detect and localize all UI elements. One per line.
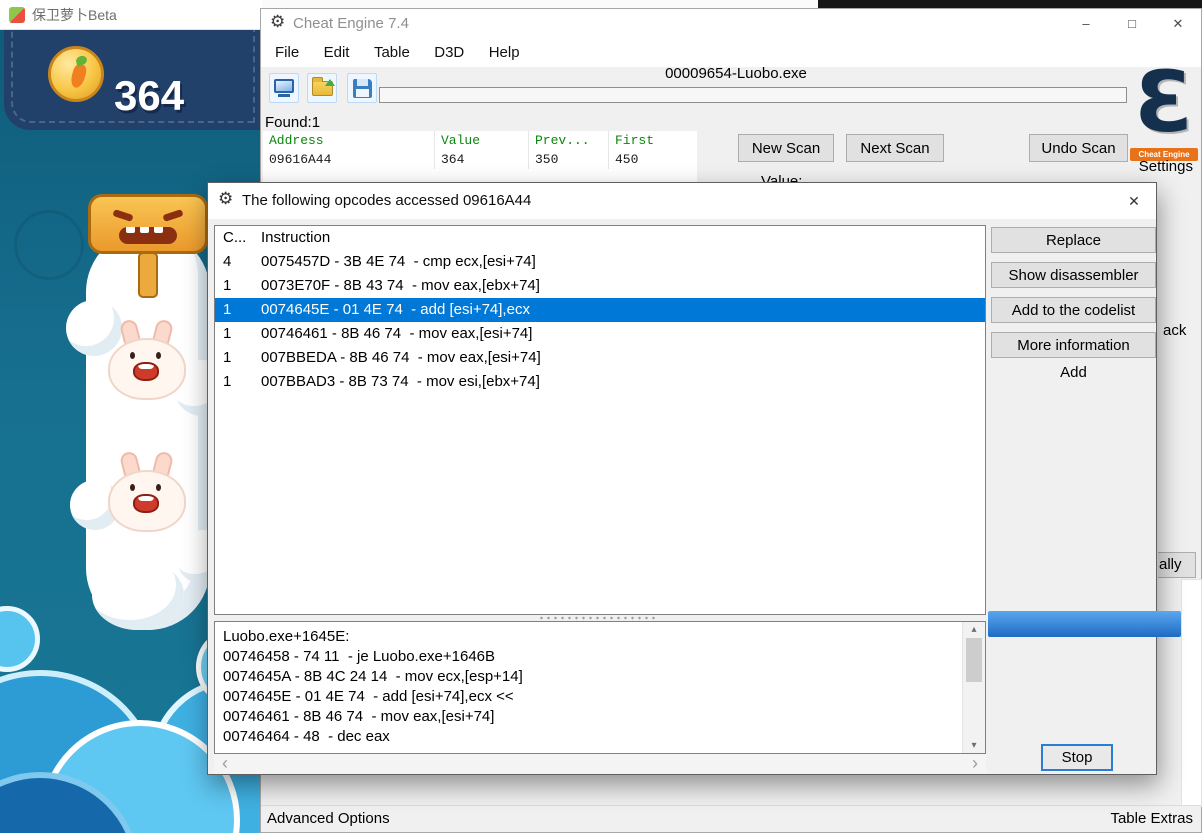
game-titlebar: 保卫萝卜Beta	[0, 0, 262, 30]
disassembly-panel: Luobo.exe+1645E: 00746458 - 74 11 - je L…	[214, 621, 986, 754]
replace-button[interactable]: Replace	[991, 227, 1156, 253]
coin-panel: 364	[4, 30, 262, 130]
gear-icon: ⚙	[270, 12, 286, 31]
ce-logo-glyph: Ɛ	[1134, 53, 1194, 151]
scan-progress-bar	[379, 87, 1127, 103]
angry-sign	[88, 194, 208, 254]
monitor-icon	[274, 79, 294, 93]
opcode-row[interactable]: 1 007BBEDA - 8B 46 74 - mov eax,[esi+74]	[215, 346, 985, 370]
scroll-up-icon[interactable]: ▴	[963, 624, 985, 635]
opcode-row[interactable]: 1 007BBAD3 - 8B 73 74 - mov esi,[ebx+74]	[215, 370, 985, 394]
leaf-icon	[74, 54, 89, 67]
disassembly-line: 00746458 - 74 11 - je Luobo.exe+1646B	[223, 648, 496, 665]
background-swirl	[14, 210, 84, 280]
scrollbar-thumb[interactable]	[966, 638, 982, 682]
disassembly-line: 00746461 - 8B 46 74 - mov eax,[esi+74]	[223, 708, 495, 725]
opcode-row[interactable]: 1 0073E70F - 8B 43 74 - mov eax,[ebx+74]	[215, 274, 985, 298]
table-extras-toggle[interactable]: Table Extras	[1110, 806, 1193, 832]
menu-d3d[interactable]: D3D	[424, 39, 474, 67]
advanced-options-toggle[interactable]: Advanced Options	[267, 806, 390, 832]
found-count: Found:1	[265, 114, 320, 131]
carrot-icon	[68, 62, 89, 90]
cheat-engine-logo: Ɛ Cheat Engine	[1127, 59, 1201, 161]
instruction-column-header: Instruction	[261, 229, 331, 246]
scroll-left-icon[interactable]: ‹	[222, 754, 228, 773]
count-column-header: C...	[223, 229, 247, 246]
game-window-title: 保卫萝卜Beta	[32, 7, 117, 23]
top-strip-dark	[818, 0, 1202, 8]
disassembly-line: 0074645E - 01 4E 74 - add [esi+74],ecx <…	[223, 688, 514, 705]
sign-post	[138, 252, 158, 298]
sign-eye	[112, 209, 134, 222]
menu-edit[interactable]: Edit	[314, 39, 360, 67]
attached-process-label: 00009654-Luobo.exe	[665, 65, 807, 82]
selected-address-row[interactable]	[988, 611, 1181, 637]
dialog-title: The following opcodes accessed 09616A44	[242, 192, 532, 209]
more-information-button[interactable]: More information	[991, 332, 1156, 358]
ce-titlebar: ⚙ Cheat Engine 7.4 – □ ✕	[261, 9, 1201, 39]
opcode-dialog: ⚙ The following opcodes accessed 09616A4…	[207, 182, 1157, 775]
opcode-row[interactable]: 4 0075457D - 3B 4E 74 - cmp ecx,[esi+74]	[215, 250, 985, 274]
menu-file[interactable]: File	[265, 39, 309, 67]
wave-cloud	[0, 606, 40, 672]
opcode-list: C... Instruction 4 0075457D - 3B 4E 74 - c…	[214, 225, 986, 615]
screen: 保卫萝卜Beta 364 ⚙ Cheat Engine 7.4 – □ ✕ Fi…	[0, 0, 1202, 833]
gear-icon: ⚙	[218, 189, 234, 208]
address-list-edge	[1181, 579, 1202, 807]
disassembly-line: 0074645A - 8B 4C 24 14 - mov ecx,[esp+14…	[223, 668, 523, 685]
maximize-icon[interactable]: □	[1109, 9, 1155, 39]
add-label[interactable]: Add	[991, 364, 1156, 381]
top-strip	[262, 0, 818, 8]
opcode-list-header: C... Instruction	[215, 226, 985, 250]
add-to-codelist-button[interactable]: Add to the codelist	[991, 297, 1156, 323]
opcode-row-selected[interactable]: 1 0074645E - 01 4E 74 - add [esi+74],ecx	[215, 298, 985, 322]
monster	[106, 318, 190, 402]
open-folder-icon	[311, 76, 335, 96]
new-scan-button[interactable]: New Scan	[738, 134, 834, 162]
ce-window-title: Cheat Engine 7.4	[293, 15, 409, 32]
minimize-icon[interactable]: –	[1063, 9, 1109, 39]
found-table-header: Address Value Prev... First	[263, 131, 697, 150]
open-table-button[interactable]	[307, 73, 337, 103]
menu-table[interactable]: Table	[364, 39, 420, 67]
sign-mouth	[119, 227, 177, 244]
settings-link[interactable]: Settings	[1139, 158, 1193, 175]
dialog-close-icon[interactable]: ✕	[1112, 183, 1156, 219]
scroll-down-icon[interactable]: ▾	[963, 740, 985, 751]
menubar: File Edit Table D3D Help	[261, 39, 1201, 67]
monster	[106, 450, 190, 534]
sign-eye	[162, 209, 184, 222]
coin-icon	[48, 46, 104, 102]
found-address-table[interactable]: Address Value Prev... First 09616A44 364 350 4…	[263, 131, 697, 183]
dialog-titlebar: ⚙ The following opcodes accessed 09616A4…	[208, 183, 1156, 219]
opcode-row[interactable]: 1 00746461 - 8B 46 74 - mov eax,[esi+74]	[215, 322, 985, 346]
select-process-button[interactable]	[269, 73, 299, 103]
next-scan-button[interactable]: Next Scan	[846, 134, 944, 162]
found-table-row[interactable]: 09616A44 364 350 450	[263, 150, 697, 169]
undo-scan-button[interactable]: Undo Scan	[1029, 134, 1128, 162]
vertical-scrollbar[interactable]: ▴ ▾	[962, 622, 985, 753]
disassembly-line: Luobo.exe+1645E:	[223, 628, 350, 645]
found-label: Found:	[265, 114, 312, 131]
stop-button[interactable]: Stop	[1041, 744, 1113, 771]
show-disassembler-button[interactable]: Show disassembler	[991, 262, 1156, 288]
game-app-icon	[9, 7, 25, 23]
menu-help[interactable]: Help	[479, 39, 530, 67]
add-address-manually-button-clipped[interactable]: ally	[1158, 552, 1196, 578]
found-value: 1	[311, 114, 321, 131]
statusbar: Advanced Options Table Extras	[261, 805, 1201, 832]
floppy-save-icon	[352, 78, 372, 98]
clipped-label: ack	[1163, 322, 1187, 339]
horizontal-scrollbar[interactable]: ‹ ›	[214, 754, 986, 774]
coin-count: 364	[114, 72, 185, 119]
close-icon[interactable]: ✕	[1155, 9, 1201, 39]
scroll-right-icon[interactable]: ›	[972, 754, 978, 773]
disassembly-line: 00746464 - 48 - dec eax	[223, 728, 390, 745]
